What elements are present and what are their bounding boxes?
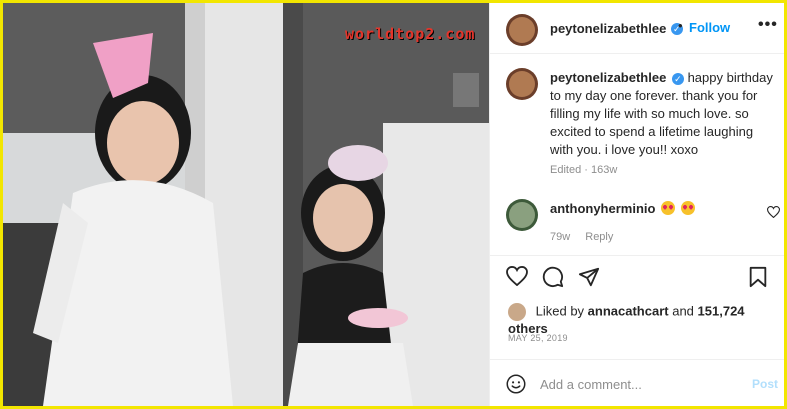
post-date: MAY 25, 2019	[508, 333, 568, 343]
caption-meta: Edited · 163w	[550, 164, 617, 176]
post-button[interactable]: Post	[752, 377, 778, 391]
header-separator: •	[678, 18, 683, 33]
post-header: peytonelizabethlee ✓ • Follow •••	[490, 3, 784, 54]
screenshot-frame: worldtop2.com peytonelizabethlee ✓ • Fol…	[3, 3, 784, 406]
meta-separator: ·	[584, 164, 588, 176]
comment-icon[interactable]	[542, 266, 564, 288]
likes-summary: Liked by annacathcart and 151,724 others	[508, 303, 784, 336]
liker-avatar[interactable]	[508, 303, 526, 321]
comment-meta: 79w Reply	[550, 231, 625, 243]
reply-button[interactable]: Reply	[585, 231, 613, 243]
comment-age[interactable]: 79w	[550, 231, 570, 243]
author-avatar[interactable]	[506, 14, 538, 46]
edited-label: Edited	[550, 164, 582, 176]
photo-illustration	[3, 3, 489, 406]
share-icon[interactable]	[578, 266, 600, 288]
heart-eyes-emoji-icon	[661, 201, 676, 215]
more-options-icon[interactable]: •••	[758, 16, 778, 34]
caption-avatar[interactable]	[506, 68, 538, 100]
likes-prefix: Liked by	[535, 303, 585, 319]
caption-username[interactable]: peytonelizabethlee	[550, 70, 666, 85]
smile-icon[interactable]	[506, 374, 526, 394]
liker-username[interactable]: annacathcart	[588, 303, 669, 318]
verified-icon: ✓	[671, 72, 684, 85]
post-photo[interactable]: worldtop2.com	[3, 3, 489, 406]
comment-like-icon[interactable]	[767, 206, 780, 218]
post-age[interactable]: 163w	[591, 164, 617, 176]
action-bar	[490, 255, 784, 295]
post-panel: peytonelizabethlee ✓ • Follow ••• peyton…	[489, 3, 784, 406]
author-username[interactable]: peytonelizabethlee	[550, 21, 666, 36]
header-user: peytonelizabethlee ✓	[550, 20, 683, 38]
heart-eyes-emoji-icon	[680, 201, 695, 215]
follow-button[interactable]: Follow	[689, 20, 730, 35]
comment: anthonyherminio	[550, 201, 695, 216]
caption: peytonelizabethlee ✓ happy birthday to m…	[550, 69, 776, 159]
comment-composer: Post	[490, 359, 784, 406]
watermark: worldtop2.com	[345, 25, 476, 43]
comment-input[interactable]	[540, 377, 740, 392]
bookmark-icon[interactable]	[748, 266, 768, 288]
commenter-username[interactable]: anthonyherminio	[550, 201, 655, 216]
likes-and: and	[672, 303, 694, 319]
heart-icon[interactable]	[506, 266, 528, 286]
commenter-avatar[interactable]	[506, 199, 538, 231]
